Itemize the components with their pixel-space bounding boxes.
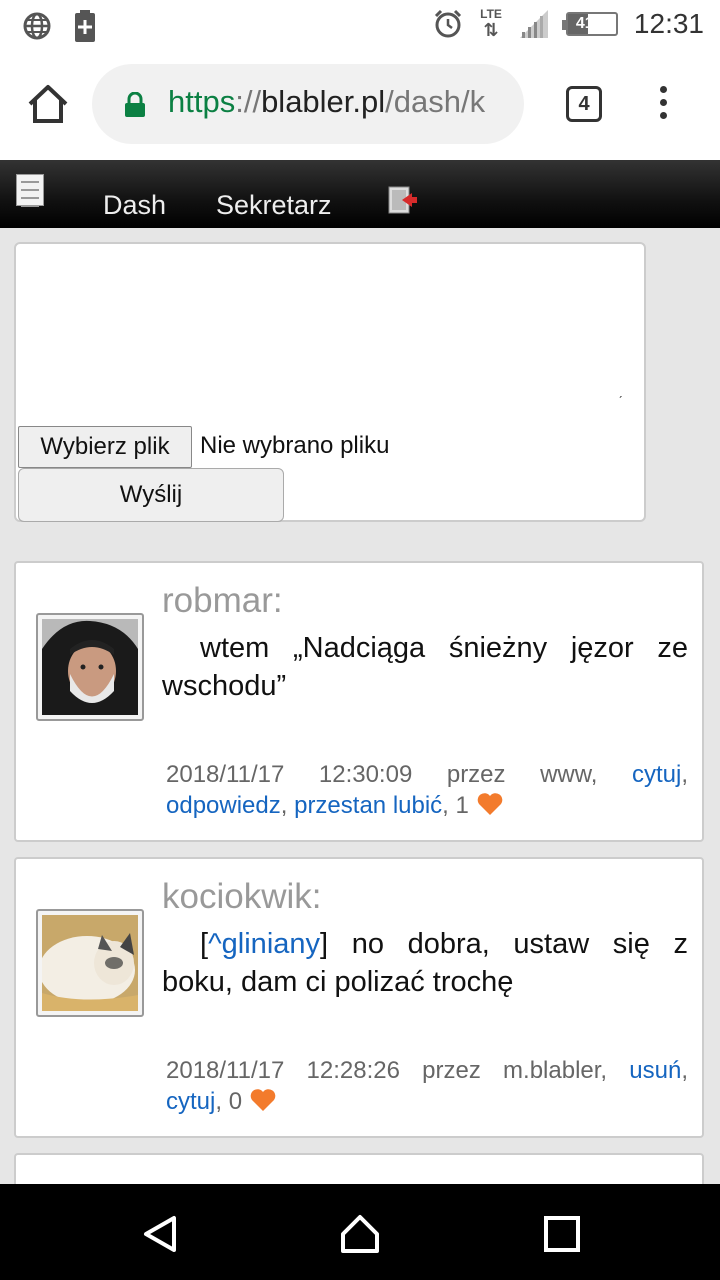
message-textarea[interactable] — [16, 244, 644, 424]
post-author[interactable]: robmar: — [162, 581, 283, 621]
system-nav-bar — [0, 1184, 720, 1280]
recents-icon[interactable] — [542, 1214, 582, 1254]
status-bar: LTE ⇅ 41% 12:31 — [0, 0, 720, 50]
overflow-menu-icon[interactable] — [656, 86, 670, 126]
like-count: 0 — [228, 1088, 243, 1115]
tab-switcher-button[interactable]: 4 — [566, 86, 602, 122]
home-nav-icon[interactable] — [340, 1214, 380, 1254]
lock-icon — [125, 92, 145, 117]
post-meta: 2018/11/17 12:30:09 przez www, cytuj, od… — [166, 761, 688, 819]
post-meta: 2018/11/17 12:28:26 przez m.blabler, usu… — [166, 1057, 689, 1115]
send-button[interactable]: Wyślij — [18, 468, 284, 522]
avatar[interactable] — [36, 613, 144, 721]
avatar-image — [42, 619, 138, 715]
resize-handle[interactable]: ˏ — [618, 382, 623, 398]
unlike-link[interactable]: przestan lubić — [294, 792, 442, 819]
lte-data-icon: LTE ⇅ — [480, 7, 502, 40]
post-text: [^gliniany] no dobra, ustaw się z boku, … — [162, 928, 688, 998]
post-datetime: 2018/11/17 12:28:26 — [166, 1057, 400, 1084]
battery-percent: 41% — [575, 15, 608, 32]
browser-toolbar: https://blabler.pl/dash/k 4 — [0, 50, 720, 160]
post-via: przez m.blabler, — [422, 1057, 608, 1084]
post-datetime: 2018/11/17 12:30:09 — [166, 761, 413, 788]
avatar[interactable] — [36, 909, 144, 1017]
delete-link[interactable]: usuń — [629, 1057, 681, 1084]
notes-icon[interactable] — [16, 174, 44, 207]
heart-icon[interactable] — [249, 1088, 277, 1112]
globe-icon — [23, 12, 51, 40]
site-nav: Dash Sekretarz — [0, 160, 720, 228]
mention-link[interactable]: ^gliniany — [208, 928, 320, 960]
avatar-image — [39, 915, 138, 1011]
heart-icon[interactable] — [476, 792, 504, 816]
quote-link[interactable]: cytuj — [166, 1088, 215, 1115]
post-author[interactable]: kociokwik: — [162, 877, 321, 917]
compose-form: ˏ Wybierz plik Nie wybrano pliku Wyślij — [14, 242, 646, 522]
alarm-icon — [435, 9, 462, 38]
nav-dash[interactable]: Dash — [103, 190, 166, 221]
battery-icon: 41% — [561, 12, 618, 36]
reply-link[interactable]: odpowiedz — [166, 792, 281, 819]
post-card: kociokwik: [^gliniany] no dobra, ustaw s… — [14, 857, 704, 1138]
like-count: 1 — [455, 792, 469, 819]
back-icon[interactable] — [140, 1214, 180, 1254]
url-text: https://blabler.pl/dash/k — [168, 84, 486, 119]
choose-file-button[interactable]: Wybierz plik — [18, 426, 192, 468]
address-bar[interactable]: https://blabler.pl/dash/k — [92, 64, 524, 144]
nav-sekretarz[interactable]: Sekretarz — [216, 190, 332, 221]
battery-saver-icon — [75, 10, 95, 42]
post-text: wtem „Nadciąga śnieżny jęzor ze wschodu” — [162, 632, 688, 702]
clock: 12:31 — [633, 8, 704, 39]
signal-icon — [519, 10, 548, 38]
file-status: Nie wybrano pliku — [200, 432, 390, 459]
home-icon[interactable] — [26, 82, 70, 126]
post-card: robmar: wtem „Nadciąga śnieżny jęzor ze … — [14, 561, 704, 842]
logout-icon[interactable] — [388, 186, 418, 214]
quote-link[interactable]: cytuj — [632, 761, 681, 788]
post-via: przez www, — [446, 761, 598, 788]
